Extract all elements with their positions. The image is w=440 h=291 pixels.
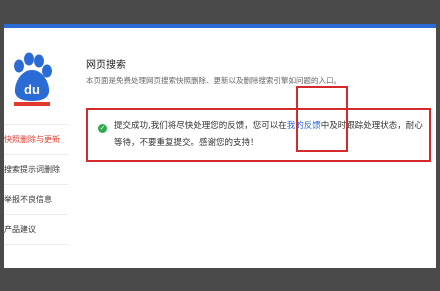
link-highlight-annotation — [296, 86, 348, 152]
sidebar-item-product-suggestion[interactable]: 产品建议 — [4, 215, 68, 245]
sidebar-item-snapshot-delete-update[interactable]: 快照删除与更新 — [4, 124, 68, 155]
window-bottom-frame — [0, 268, 440, 291]
sidebar-item-label: 产品建议 — [4, 225, 36, 234]
page-title: 网页搜索 — [86, 60, 126, 71]
sidebar-item-label: 搜索提示词删除 — [4, 165, 60, 174]
window-top-frame — [0, 0, 440, 24]
success-message-text: 提交成功,我们将尽快处理您的反馈，您可以在我的反馈中及时跟踪处理状态，耐心等待，… — [114, 118, 427, 152]
baidu-logo[interactable]: du — [8, 52, 56, 108]
sidebar-item-report-bad-info[interactable]: 举报不良信息 — [4, 185, 68, 215]
main-content: 网页搜索 本页面是免费处理网页搜索快照删除、更新以及删除搜索引擎如问题的入口。 — [86, 56, 430, 86]
sidebar-item-label: 快照删除与更新 — [4, 135, 60, 144]
sidebar-nav: 快照删除与更新 搜索提示词删除 举报不良信息 产品建议 — [4, 124, 68, 245]
message-text-before: 提交成功,我们将尽快处理您的反馈，您可以在 — [114, 121, 287, 131]
sidebar-item-search-suggestion-delete[interactable]: 搜索提示词删除 — [4, 155, 68, 185]
window-right-frame — [436, 0, 440, 291]
svg-text:du: du — [24, 82, 40, 97]
header-accent-bar — [4, 24, 436, 28]
success-message-box: ✓ 提交成功,我们将尽快处理您的反馈，您可以在我的反馈中及时跟踪处理状态，耐心等… — [86, 108, 431, 162]
check-circle-icon: ✓ — [98, 124, 107, 133]
baidu-paw-icon: du — [14, 52, 52, 106]
sidebar-item-label: 举报不良信息 — [4, 195, 52, 204]
page-description: 本页面是免费处理网页搜索快照删除、更新以及删除搜索引擎如问题的入口。 — [86, 76, 341, 85]
